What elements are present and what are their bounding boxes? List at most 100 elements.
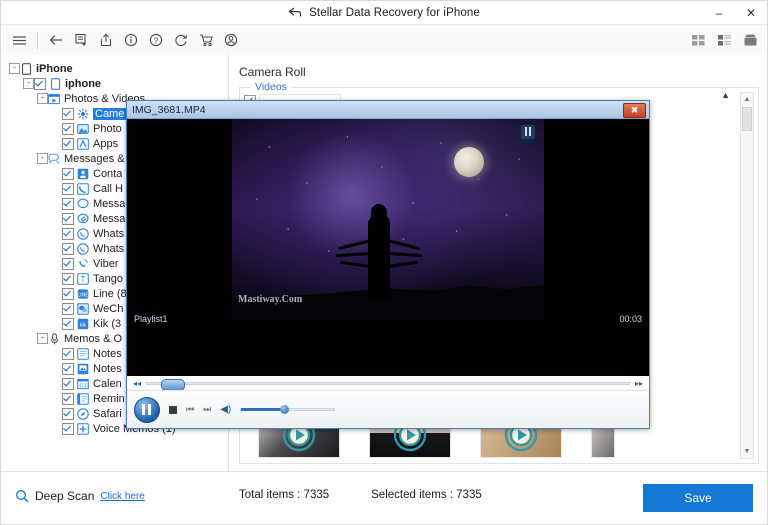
dialog-close-button[interactable]: ✖ bbox=[623, 103, 646, 118]
tree-checkbox[interactable] bbox=[34, 77, 46, 90]
expander-box[interactable]: - bbox=[37, 153, 48, 164]
contacts-icon bbox=[77, 168, 89, 180]
tree-checkbox[interactable] bbox=[62, 122, 74, 135]
expander-box[interactable]: - bbox=[23, 78, 34, 89]
seek-bar-row[interactable]: ◂◂ ▸▸ bbox=[127, 376, 649, 391]
refresh-icon[interactable] bbox=[169, 28, 193, 52]
list-view-icon[interactable] bbox=[713, 29, 735, 51]
tree-checkbox[interactable] bbox=[62, 212, 74, 225]
dialog-title-bar[interactable]: IMG_3681.MP4 ✖ bbox=[127, 101, 649, 119]
share-icon[interactable] bbox=[94, 28, 118, 52]
volume-track[interactable] bbox=[240, 405, 336, 414]
kik-icon: kik bbox=[77, 318, 89, 330]
playlist-label: Playlist1 bbox=[134, 314, 168, 324]
svg-text:LINE: LINE bbox=[77, 292, 89, 298]
menu-icon[interactable] bbox=[7, 28, 31, 52]
tree-item-label: Messa bbox=[93, 212, 126, 225]
tree-checkbox[interactable] bbox=[62, 242, 74, 255]
window-controls: – ✕ bbox=[703, 1, 767, 24]
info-icon[interactable] bbox=[119, 28, 143, 52]
minimize-button[interactable]: – bbox=[703, 1, 735, 24]
grid-scrollbar[interactable]: ▲ ▼ bbox=[740, 92, 754, 459]
video-player-dialog[interactable]: IMG_3681.MP4 ✖ Mastiway.Com Playlist1 00… bbox=[126, 100, 650, 429]
tree-item-label: Apps bbox=[93, 137, 119, 150]
tree-checkbox[interactable] bbox=[62, 392, 74, 405]
tv-channel-logo-icon bbox=[521, 125, 535, 143]
tree-expander-icon[interactable]: - bbox=[37, 333, 48, 344]
account-icon[interactable] bbox=[219, 28, 243, 52]
expander-box[interactable]: - bbox=[9, 63, 20, 74]
tree-checkbox[interactable] bbox=[62, 107, 74, 120]
tree-checkbox[interactable] bbox=[62, 197, 74, 210]
tree-expander-spacer bbox=[51, 213, 62, 224]
fast-forward-icon[interactable]: ▸▸ bbox=[635, 379, 643, 388]
expander-box[interactable]: - bbox=[37, 93, 48, 104]
dialog-title: IMG_3681.MP4 bbox=[132, 103, 206, 116]
expander-box[interactable]: - bbox=[37, 333, 48, 344]
tree-checkbox[interactable] bbox=[62, 377, 74, 390]
tree-expander-icon[interactable]: - bbox=[23, 78, 34, 89]
tree-item-label: iPhone bbox=[36, 62, 73, 75]
close-button[interactable]: ✕ bbox=[735, 1, 767, 24]
pause-button[interactable] bbox=[134, 396, 160, 423]
tree-checkbox[interactable] bbox=[62, 257, 74, 270]
tree-expander-icon[interactable]: - bbox=[37, 153, 48, 164]
tree-checkbox[interactable] bbox=[62, 422, 74, 435]
tree-item-iphone[interactable]: - iPhone bbox=[1, 61, 228, 76]
rewind-icon[interactable]: ◂◂ bbox=[133, 379, 141, 388]
scroll-down-arrow[interactable]: ▼ bbox=[741, 445, 753, 458]
tree-expander-spacer bbox=[51, 138, 62, 149]
svg-text:T: T bbox=[81, 275, 86, 284]
volume-icon[interactable]: ◀) bbox=[220, 404, 231, 415]
memos-icon bbox=[48, 332, 60, 345]
photo-stream-icon bbox=[77, 123, 89, 135]
previous-button[interactable]: ⏮ bbox=[186, 404, 194, 415]
tree-expander-icon[interactable]: - bbox=[37, 93, 48, 104]
seek-track[interactable] bbox=[146, 378, 630, 391]
deep-scan-link[interactable]: Click here bbox=[100, 491, 144, 502]
total-items-label: Total items : 7335 bbox=[239, 489, 330, 501]
tree-item-iphone[interactable]: - iphone bbox=[1, 76, 228, 91]
page-title: Camera Roll bbox=[239, 65, 306, 79]
grid-view-icon[interactable] bbox=[687, 29, 709, 51]
tree-expander-spacer bbox=[51, 393, 62, 404]
tree-checkbox[interactable] bbox=[62, 137, 74, 150]
tree-checkbox[interactable] bbox=[62, 167, 74, 180]
tree-expander-spacer bbox=[51, 108, 62, 119]
next-button[interactable]: ⏭ bbox=[203, 404, 211, 415]
save-button[interactable]: Save bbox=[643, 484, 753, 512]
tree-checkbox[interactable] bbox=[62, 272, 74, 285]
save-list-icon[interactable] bbox=[69, 28, 93, 52]
back-arrow-icon[interactable] bbox=[288, 7, 302, 19]
device-view-icon[interactable] bbox=[739, 29, 761, 51]
back-icon[interactable] bbox=[44, 28, 68, 52]
tree-expander-icon[interactable]: - bbox=[9, 63, 20, 74]
scrollbar-thumb[interactable] bbox=[742, 107, 752, 131]
tree-checkbox[interactable] bbox=[62, 227, 74, 240]
tree-expander-spacer bbox=[51, 348, 62, 359]
tree-item-label: Memos & O bbox=[64, 332, 123, 345]
whatsapp-icon bbox=[77, 227, 89, 240]
figure-head bbox=[370, 204, 387, 222]
tree-checkbox[interactable] bbox=[62, 407, 74, 420]
tree-item-label: iphone bbox=[65, 77, 102, 90]
cart-icon[interactable] bbox=[194, 28, 218, 52]
tree-item-label: Kik (3 bbox=[93, 317, 122, 330]
video-stage[interactable]: Mastiway.Com Playlist1 00:03 bbox=[127, 119, 649, 379]
tree-checkbox[interactable] bbox=[62, 182, 74, 195]
tree-checkbox[interactable] bbox=[62, 317, 74, 330]
tree-item-label: Messages & bbox=[64, 152, 125, 165]
tree-checkbox[interactable] bbox=[62, 362, 74, 375]
apps-icon bbox=[77, 137, 89, 150]
tree-checkbox[interactable] bbox=[62, 302, 74, 315]
stop-button[interactable] bbox=[169, 405, 177, 414]
help-icon[interactable]: ? bbox=[144, 28, 168, 52]
tree-item-label: Notes bbox=[93, 347, 122, 360]
tree-expander-spacer bbox=[51, 423, 62, 434]
seek-knob[interactable] bbox=[161, 378, 186, 391]
volume-knob[interactable] bbox=[280, 405, 290, 414]
tree-checkbox[interactable] bbox=[62, 347, 74, 360]
tree-expander-spacer bbox=[51, 258, 62, 269]
tree-checkbox[interactable] bbox=[62, 287, 74, 300]
scroll-up-arrow[interactable]: ▲ bbox=[741, 93, 753, 106]
